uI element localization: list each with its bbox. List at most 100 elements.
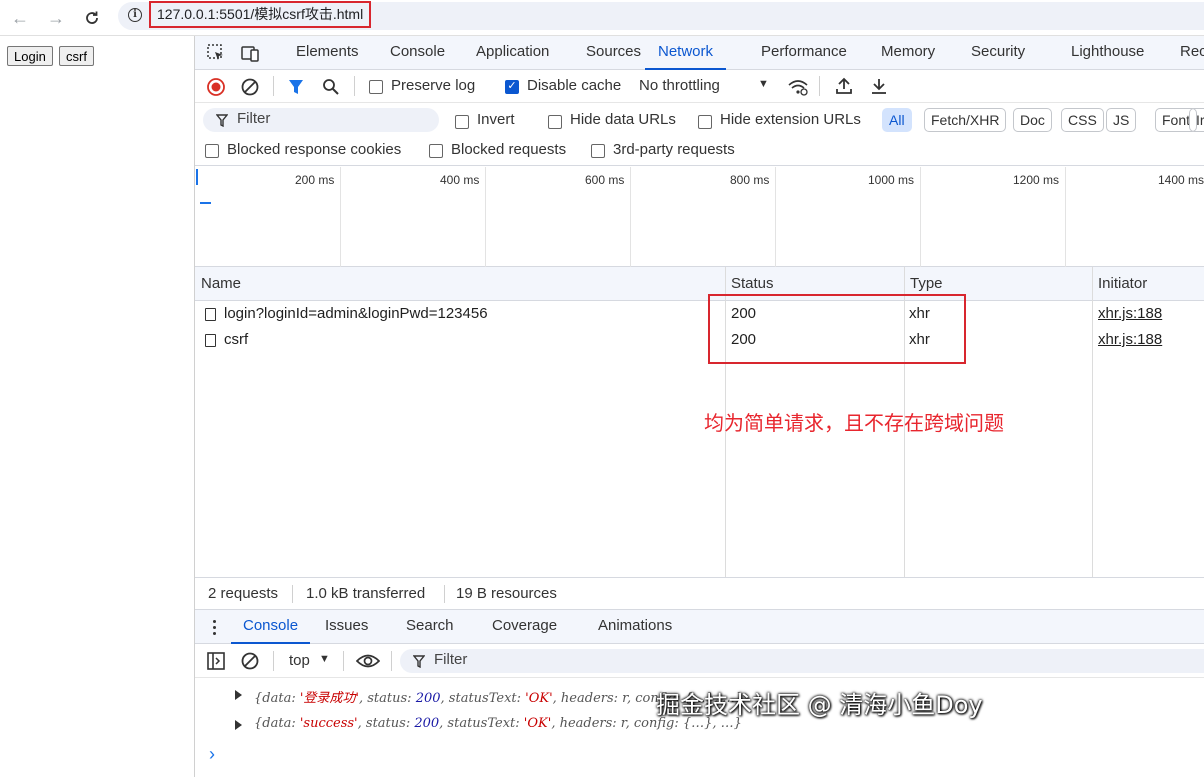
download-icon[interactable] <box>870 77 888 95</box>
console-filter-placeholder: Filter <box>434 651 468 668</box>
record-stop-icon[interactable] <box>207 78 225 96</box>
third-party-checkbox[interactable] <box>591 144 605 158</box>
more-menu-icon[interactable] <box>213 620 216 635</box>
expand-triangle-icon[interactable] <box>235 720 242 730</box>
upload-icon[interactable] <box>835 77 853 95</box>
timeline-label: 200 ms <box>295 173 335 187</box>
drawer-tab-search[interactable]: Search <box>406 610 454 644</box>
request-name[interactable]: login?loginId=admin&loginPwd=123456 <box>224 305 488 322</box>
document-icon <box>205 334 216 347</box>
chevron-down-icon[interactable]: ▼ <box>319 653 330 665</box>
blocked-cookies-checkbox[interactable] <box>205 144 219 158</box>
separator <box>444 585 445 603</box>
filter-funnel-icon[interactable] <box>288 78 304 96</box>
resources-size: 19 B resources <box>456 585 557 602</box>
request-initiator-link[interactable]: xhr.js:188 <box>1098 305 1162 322</box>
invert-checkbox[interactable] <box>455 115 469 129</box>
timeline-label: 800 ms <box>730 173 770 187</box>
console-token: {data: <box>254 691 300 706</box>
gridline <box>920 167 921 267</box>
separator <box>819 76 820 96</box>
csrf-button[interactable]: csrf <box>59 46 94 66</box>
type-filter-img[interactable]: Ir <box>1189 108 1204 132</box>
console-token: , statusText: <box>439 716 524 731</box>
forward-arrow-icon[interactable]: → <box>42 4 70 32</box>
network-summary-bar: 2 requests 1.0 kB transferred 19 B resou… <box>195 577 1204 610</box>
tab-console[interactable]: Console <box>390 36 445 70</box>
hide-extension-urls-checkbox[interactable] <box>698 115 712 129</box>
request-name[interactable]: csrf <box>224 331 248 348</box>
blocked-cookies-label: Blocked response cookies <box>227 141 402 158</box>
clear-icon[interactable] <box>241 78 259 96</box>
sidebar-toggle-icon[interactable] <box>207 652 225 670</box>
type-filter-css[interactable]: CSS <box>1061 108 1104 132</box>
drawer-tab-console[interactable]: Console <box>231 610 311 644</box>
clear-console-icon[interactable] <box>241 652 259 670</box>
console-token: , statusText: <box>440 691 526 706</box>
device-toolbar-icon[interactable] <box>241 44 259 62</box>
filter-funnel-icon <box>413 655 425 668</box>
login-button[interactable]: Login <box>7 46 53 66</box>
timeline-label: 1400 ms <box>1158 173 1204 187</box>
filter-options-bar: Blocked response cookies Blocked request… <box>195 136 1204 166</box>
type-filter-all[interactable]: All <box>882 108 912 132</box>
tab-application[interactable]: Application <box>476 36 549 70</box>
address-bar[interactable]: i 127.0.0.1:5501/模拟csrf攻击.html <box>118 1 1204 30</box>
separator <box>273 76 274 96</box>
tab-lighthouse[interactable]: Lighthouse <box>1071 36 1144 70</box>
inspect-element-icon[interactable] <box>207 44 225 62</box>
drawer-tab-coverage[interactable]: Coverage <box>492 610 557 644</box>
live-expression-eye-icon[interactable] <box>356 653 380 669</box>
third-party-label: 3rd-party requests <box>613 141 735 158</box>
request-bar <box>200 202 211 204</box>
back-arrow-icon[interactable]: ← <box>6 4 34 32</box>
type-filter-doc[interactable]: Doc <box>1013 108 1052 132</box>
url-text[interactable]: 127.0.0.1:5501/模拟csrf攻击.html <box>149 1 372 28</box>
request-initiator-link[interactable]: xhr.js:188 <box>1098 331 1162 348</box>
tab-elements[interactable]: Elements <box>296 36 359 70</box>
drawer-tab-animations[interactable]: Animations <box>598 610 672 644</box>
hide-extension-urls-label: Hide extension URLs <box>720 111 861 128</box>
type-filter-fetch-xhr[interactable]: Fetch/XHR <box>924 108 1007 132</box>
tab-memory[interactable]: Memory <box>881 36 935 70</box>
hide-data-urls-checkbox[interactable] <box>548 115 562 129</box>
search-icon[interactable] <box>322 78 340 96</box>
type-filter-js[interactable]: JS <box>1106 108 1137 132</box>
filter-placeholder: Filter <box>237 110 271 127</box>
tab-network[interactable]: Network <box>645 36 727 70</box>
throttling-select[interactable]: No throttling <box>639 77 720 94</box>
reload-icon[interactable] <box>78 4 106 32</box>
console-string: 'OK' <box>525 691 553 706</box>
console-string: '登录成功' <box>299 691 359 706</box>
gridline <box>1065 167 1066 267</box>
tab-recorder[interactable]: Rec <box>1180 36 1204 70</box>
network-timeline-overview[interactable]: 200 ms 400 ms 600 ms 800 ms 1000 ms 1200… <box>195 167 1204 267</box>
expand-triangle-icon[interactable] <box>235 690 242 700</box>
drawer-tab-issues[interactable]: Issues <box>325 610 368 644</box>
drawer-tab-bar: Console Issues Search Coverage Animation… <box>195 610 1204 644</box>
filter-bar: Filter Invert Hide data URLs Hide extens… <box>195 103 1204 136</box>
column-header-initiator[interactable]: Initiator <box>1092 267 1147 301</box>
chevron-down-icon[interactable]: ▼ <box>758 78 769 90</box>
tab-performance[interactable]: Performance <box>761 36 847 70</box>
context-select[interactable]: top <box>289 652 310 669</box>
disable-cache-checkbox[interactable]: ✓ <box>505 80 519 94</box>
preserve-log-label: Preserve log <box>391 77 476 94</box>
filter-funnel-icon <box>216 114 228 127</box>
filter-input[interactable]: Filter <box>203 108 439 132</box>
console-number: 200 <box>415 691 441 706</box>
preserve-log-checkbox[interactable] <box>369 80 383 94</box>
tab-sources[interactable]: Sources <box>586 36 641 70</box>
console-prompt[interactable]: › <box>209 744 215 765</box>
timeline-range-handle[interactable] <box>196 169 198 185</box>
console-filter-input[interactable]: Filter <box>400 649 1204 673</box>
console-token: , status: <box>359 691 416 706</box>
transferred-size: 1.0 kB transferred <box>306 585 426 602</box>
column-divider[interactable] <box>1092 267 1093 577</box>
site-info-icon[interactable]: i <box>128 8 142 22</box>
console-token: , status: <box>357 716 415 731</box>
network-conditions-icon[interactable] <box>787 77 809 97</box>
blocked-requests-checkbox[interactable] <box>429 144 443 158</box>
column-header-name[interactable]: Name <box>195 267 241 301</box>
tab-security[interactable]: Security <box>971 36 1025 70</box>
